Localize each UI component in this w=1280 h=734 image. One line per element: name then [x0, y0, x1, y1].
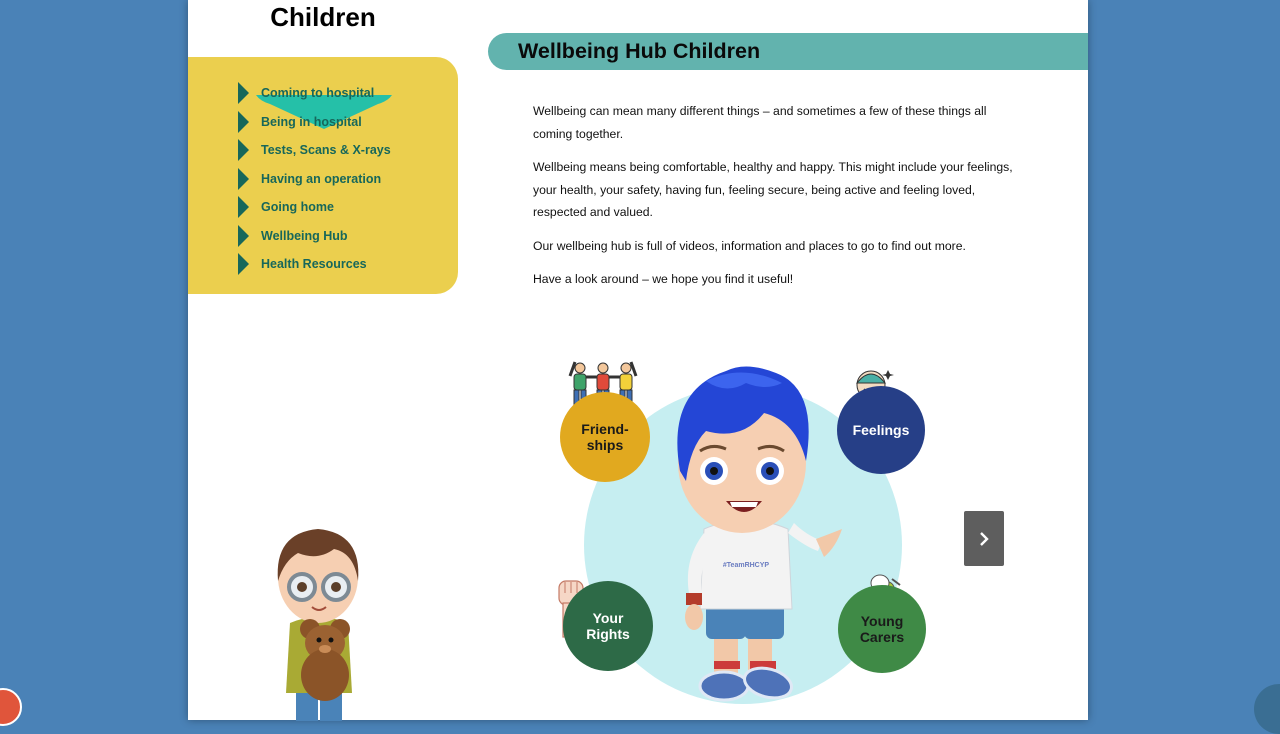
- nav-item-going-home[interactable]: Going home: [238, 193, 391, 222]
- paragraph: Our wellbeing hub is full of videos, inf…: [533, 238, 966, 253]
- topic-friendships[interactable]: Friend- ships: [560, 392, 650, 482]
- topic-young-carers[interactable]: Young Carers: [838, 585, 926, 673]
- topic-label: Carers: [859, 629, 905, 645]
- nav-item-having-an-operation[interactable]: Having an operation: [238, 165, 391, 194]
- title-bar: Wellbeing Hub Children: [488, 33, 1088, 70]
- nav-item-label: Coming to hospital: [261, 86, 375, 101]
- nav-item-coming-to-hospital[interactable]: Coming to hospital: [238, 79, 391, 108]
- paragraph: Wellbeing can mean many different things…: [533, 104, 987, 141]
- topic-label: Rights: [586, 626, 630, 642]
- page-container: Children Coming to hospital Being in hos…: [188, 0, 1088, 721]
- page-title: Wellbeing Hub Children: [518, 39, 761, 63]
- topic-label: Your: [592, 610, 624, 626]
- nav-item-label: Going home: [261, 200, 334, 215]
- accessibility-button[interactable]: [0, 688, 22, 726]
- paragraph: Have a look around – we hope you find it…: [533, 272, 794, 286]
- topic-label: ships: [586, 437, 624, 453]
- shirt-text: #TeamRHCYP: [723, 562, 769, 569]
- triangle-right-icon: [238, 139, 249, 162]
- topic-feelings[interactable]: Feelings: [837, 386, 925, 474]
- chevron-right-icon: [980, 531, 989, 546]
- blue-hair-boy-illustration: #TeamRHCYP: [677, 366, 842, 702]
- topic-your-rights[interactable]: Your Rights: [563, 581, 653, 671]
- topic-label: Feelings: [852, 422, 910, 438]
- triangle-right-icon: [238, 167, 249, 190]
- nav-item-health-resources[interactable]: Health Resources: [238, 250, 391, 279]
- nav-item-being-in-hospital[interactable]: Being in hospital: [238, 108, 391, 137]
- boy-with-teddy-illustration: [277, 529, 359, 721]
- nav-item-label: Having an operation: [261, 171, 382, 186]
- triangle-right-icon: [238, 253, 249, 276]
- nav-item-label: Health Resources: [261, 257, 367, 272]
- triangle-right-icon: [238, 196, 249, 219]
- topic-label: Young: [860, 613, 904, 629]
- paragraph: Wellbeing means being comfortable, healt…: [533, 160, 1013, 219]
- triangle-right-icon: [238, 82, 249, 105]
- wellbeing-wheel: Friend- ships Feelings Your Rights Young…: [558, 355, 958, 715]
- nav-item-wellbeing-hub[interactable]: Wellbeing Hub: [238, 222, 391, 251]
- topic-label: Friend-: [581, 421, 629, 437]
- triangle-right-icon: [238, 110, 249, 133]
- nav-item-label: Being in hospital: [261, 114, 362, 129]
- nav-list: Coming to hospital Being in hospital Tes…: [238, 79, 391, 279]
- nav-item-tests-scans[interactable]: Tests, Scans & X-rays: [238, 136, 391, 165]
- triangle-right-icon: [238, 224, 249, 247]
- nav-item-label: Tests, Scans & X-rays: [261, 143, 391, 158]
- nav-item-label: Wellbeing Hub: [261, 228, 348, 243]
- chat-button[interactable]: [1254, 684, 1280, 734]
- intro-text: Wellbeing can mean many different things…: [533, 100, 1018, 302]
- nav-heading: Children: [270, 2, 376, 32]
- carousel-next-button[interactable]: [964, 511, 1004, 566]
